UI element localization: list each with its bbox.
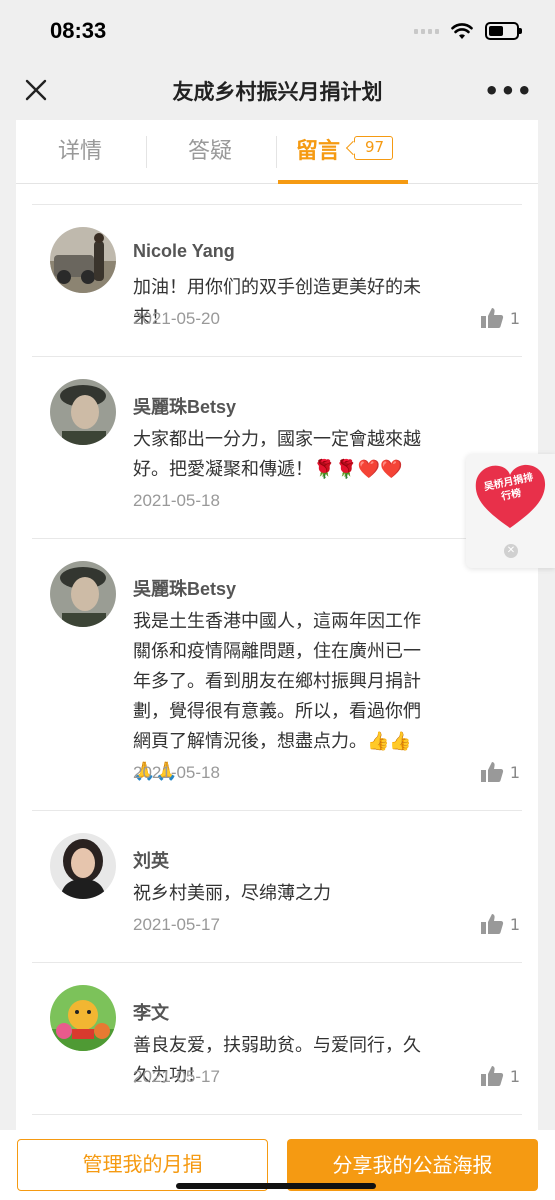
comment-author: 刘英 <box>133 851 169 871</box>
home-indicator[interactable] <box>176 1183 376 1189</box>
comment-date: 2021-05-18 <box>133 491 220 510</box>
signal-icon <box>414 28 439 34</box>
thumbs-up-icon <box>480 762 503 782</box>
close-icon[interactable]: ✕ <box>504 544 518 558</box>
comment-item: 吳麗珠Betsy 大家都出一分力，國家一定會越來越好。把愛凝聚和傳遞！🌹🌹❤️❤… <box>32 357 522 539</box>
tab-divider <box>276 136 277 168</box>
avatar[interactable] <box>50 561 116 627</box>
comment-text: 祝乡村美丽，尽绵薄之力 <box>133 883 331 904</box>
page-title: 友成乡村振兴月捐计划 <box>172 80 383 104</box>
comment-author: 吳麗珠Betsy <box>133 579 237 599</box>
comment-date: 2021-05-17 <box>133 1067 220 1086</box>
avatar[interactable] <box>50 985 116 1051</box>
status-bar: 08:33 <box>0 0 555 60</box>
wifi-icon <box>451 22 473 39</box>
battery-icon <box>485 22 522 40</box>
avatar[interactable] <box>50 227 116 293</box>
comment-author: 李文 <box>133 1003 169 1023</box>
tab-details[interactable]: 详情 <box>58 120 102 184</box>
comment-list: Nicole Yang 加油！用你们的双手创造更美好的未来！ 2021-05-2… <box>16 204 538 1115</box>
like-button[interactable]: 1 <box>480 913 520 935</box>
like-count: 1 <box>509 308 520 328</box>
like-button[interactable]: 1 <box>480 1065 520 1087</box>
like-count: 1 <box>509 914 520 934</box>
comment-text: 大家都出一分力，國家一定會越來越好。把愛凝聚和傳遞！🌹🌹❤️❤️ <box>133 429 421 480</box>
active-tab-indicator <box>278 180 408 184</box>
like-button[interactable]: 1 <box>480 307 520 329</box>
like-count: 1 <box>509 762 520 782</box>
comment-item: 李文 善良友爱，扶弱助贫。与爱同行，久久为功！ 2021-05-17 1 <box>32 963 522 1115</box>
comment-item: Nicole Yang 加油！用你们的双手创造更美好的未来！ 2021-05-2… <box>32 205 522 357</box>
tab-qa[interactable]: 答疑 <box>188 120 232 184</box>
avatar[interactable] <box>50 379 116 445</box>
comment-date: 2021-05-18 <box>133 763 220 782</box>
comment-item: 吳麗珠Betsy 我是土生香港中國人，這兩年因工作關係和疫情隔離問題，住在廣州已… <box>32 539 522 811</box>
main-content: 详情 答疑 留言 97 Nicole Yang 加油！用你们的双手创造更美好的未… <box>16 120 538 1130</box>
tab-messages[interactable]: 留言 <box>296 120 340 184</box>
comment-date: 2021-05-17 <box>133 915 220 934</box>
avatar[interactable] <box>50 833 116 899</box>
comment-text: 我是土生香港中國人，這兩年因工作關係和疫情隔離問題，住在廣州已一年多了。看到朋友… <box>133 611 421 782</box>
like-button[interactable]: 1 <box>480 761 520 783</box>
nav-bar: 友成乡村振兴月捐计划 ••• <box>0 60 555 120</box>
more-icon[interactable]: ••• <box>484 77 533 105</box>
like-count: 1 <box>509 1066 520 1086</box>
comment-author: 吳麗珠Betsy <box>133 397 237 417</box>
tab-divider <box>146 136 147 168</box>
tab-bar: 详情 答疑 留言 97 <box>16 120 538 184</box>
bottom-action-bar: 管理我的月捐 分享我的公益海报 <box>0 1130 555 1200</box>
comment-item: 刘英 祝乡村美丽，尽绵薄之力 2021-05-17 1 <box>32 811 522 963</box>
status-time: 08:33 <box>50 18 107 43</box>
thumbs-up-icon <box>480 1066 503 1086</box>
thumbs-up-icon <box>480 308 503 328</box>
thumbs-up-icon <box>480 914 503 934</box>
comment-author: Nicole Yang <box>133 241 235 261</box>
message-count-badge: 97 <box>354 136 394 160</box>
ranking-float-card[interactable]: 吴桥月捐排行榜 ✕ <box>466 454 555 568</box>
comment-date: 2021-05-20 <box>133 309 220 328</box>
status-icons <box>414 22 522 40</box>
